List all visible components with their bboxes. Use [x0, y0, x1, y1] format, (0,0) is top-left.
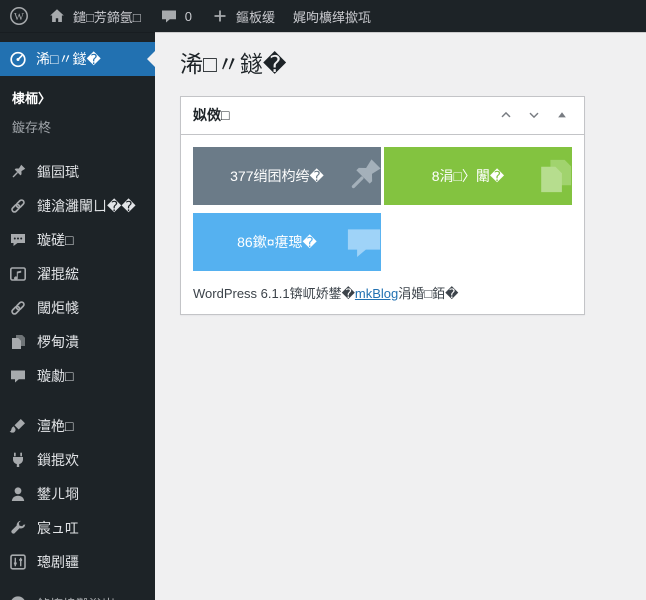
comment-bubble-icon	[159, 6, 179, 26]
admin-bar-comments[interactable]: 0	[150, 0, 201, 32]
sidebar-item-label: 濯掍綋	[37, 266, 79, 282]
sidebar-item-label: 椤甸潰	[37, 334, 79, 350]
widget-body: 377绡囨枃绔� 8涓□〉闈� 86鏉¤瘎璁� WordPress 6.1.1锛屼娇…	[181, 135, 584, 314]
widget-header: 姒傚□	[181, 97, 584, 135]
new-content-button[interactable]: 鏂板缓	[201, 0, 284, 32]
sidebar-item-label: 宸ュ叿	[37, 520, 79, 536]
glance-stat-1[interactable]: 377绡囨枃绔�	[193, 146, 381, 205]
widget-title: 姒傚□	[193, 107, 230, 124]
sidebar-item-10[interactable]: 鐢ㄦ埛	[0, 477, 155, 511]
sidebar-item-label: 鏂囩珷	[37, 164, 79, 180]
sidebar-item-8[interactable]: 澶栬□	[0, 409, 155, 443]
new-content-label: 鏂板缓	[235, 9, 275, 25]
sidebar-item-2[interactable]: 鏈滄灉閳ㄩ��	[0, 189, 155, 223]
dashboard-submenu: 棣栭〉 鏇存柊	[0, 76, 155, 155]
pages-icon	[532, 153, 578, 199]
clear-cache-button[interactable]: 娓呴櫎缂撳瓨	[284, 0, 380, 32]
move-widget-up-button[interactable]	[494, 103, 518, 127]
pin-icon	[8, 162, 28, 182]
plus-icon	[210, 6, 230, 26]
sidebar-item-label: 璇勮□	[37, 368, 74, 384]
wrench-icon	[8, 518, 28, 538]
sidebar-item-label: 鐢ㄦ埛	[37, 486, 79, 502]
bubble-icon	[341, 219, 387, 265]
stat-text: 86鏉¤瘎璁�	[237, 233, 317, 250]
sidebar-item-5[interactable]: 閾炬帴	[0, 291, 155, 325]
chain-icon	[8, 298, 28, 318]
admin-bar: W 鑓□芳鍗氬□ 0 鏂板缓 娓呴櫎缂撳瓨	[0, 0, 646, 32]
stat-text: 8涓□〉闈�	[431, 167, 505, 184]
glance-stat-2[interactable]: 8涓□〉闈�	[384, 146, 572, 205]
wordpress-logo-menu[interactable]: W	[0, 0, 38, 32]
sidebar-item-label: 璁剧疆	[37, 554, 79, 570]
sidebar-item-11[interactable]: 宸ュ叿	[0, 511, 155, 545]
comment-count: 0	[184, 8, 192, 24]
sidebar-item-1[interactable]: 鏂囩珷	[0, 155, 155, 189]
submenu-item-updates[interactable]: 鏇存柊	[0, 112, 155, 141]
sidebar-item-3[interactable]: 璇磋□	[0, 223, 155, 257]
home-icon	[47, 6, 67, 26]
collapse-arrow-icon	[8, 594, 28, 600]
theme-link[interactable]: mkBlog	[355, 286, 398, 301]
glance-stats: 377绡囨枃绔� 8涓□〉闈� 86鏉¤瘎璁�	[193, 146, 572, 271]
pin-icon	[341, 153, 387, 199]
sidebar-menu: 鏂囩珷鏈滄灉閳ㄩ�� 璇磋□ 濯掍綋閾炬帴椤甸潰璇勮□ 澶栬□ 鎻掍欢鐢ㄦ埛宸ュ叿璁剧疆	[0, 155, 155, 579]
user-icon	[8, 484, 28, 504]
chat-dots-icon	[8, 230, 28, 250]
collapse-menu-button[interactable]: 鏀惰捣鑿滃崟	[0, 587, 155, 600]
glance-stat-3[interactable]: 86鏉¤瘎璁�	[193, 212, 381, 271]
sidebar-item-6[interactable]: 椤甸潰	[0, 325, 155, 359]
sidebar-item-label: 璇磋□	[37, 232, 74, 248]
sidebar-item-label: 閾炬帴	[37, 300, 79, 316]
toggle-widget-button[interactable]	[550, 103, 574, 127]
widget-controls	[494, 103, 584, 127]
brush-icon	[8, 416, 28, 436]
submenu-item-home[interactable]: 棣栭〉	[0, 83, 155, 112]
admin-sidebar: 浠□〃鐩� 棣栭〉 鏇存柊 鏂囩珷鏈滄灉閳ㄩ�� 璇磋□ 濯掍綋閾炬帴椤甸潰璇勮□ 澶…	[0, 32, 155, 600]
version-text: WordPress 6.1.1锛屼娇鐢�	[193, 285, 355, 301]
triangle-up-icon	[554, 107, 570, 123]
wordpress-logo-icon: W	[9, 6, 29, 26]
at-a-glance-widget: 姒傚□ 377绡囨枃绔� 8涓□〉闈� 86鏉¤瘎璁� WordPress 6.1.…	[180, 95, 585, 315]
svg-text:W: W	[14, 12, 24, 23]
site-name-label: 鑓□芳鍗氬□	[73, 9, 141, 25]
sidebar-item-label: 澶栬□	[37, 418, 74, 434]
move-widget-down-button[interactable]	[522, 103, 546, 127]
media-icon	[8, 264, 28, 284]
page-title: 浠□〃鐩�	[180, 51, 287, 77]
version-line: WordPress 6.1.1锛屼娇鐢�mkBlog涓婚□銆�	[193, 283, 572, 302]
gauge-icon	[8, 49, 28, 69]
sidebar-item-12[interactable]: 璁剧疆	[0, 545, 155, 579]
chevron-up-icon	[498, 107, 514, 123]
chevron-down-icon	[526, 107, 542, 123]
sidebar-item-7[interactable]: 璇勮□	[0, 359, 155, 393]
stat-text: 377绡囨枃绔�	[230, 167, 324, 184]
pages-icon	[8, 332, 28, 352]
bubble-icon	[8, 366, 28, 386]
main-content: 浠□〃鐩� 姒傚□ 377绡囨枃绔� 8涓□〉闈� 86鏉¤瘎璁� WordPres…	[155, 32, 646, 600]
clear-cache-label: 娓呴櫎缂撳瓨	[292, 9, 371, 25]
sidebar-item-label: 鎻掍欢	[37, 452, 79, 468]
sidebar-item-4[interactable]: 濯掍綋	[0, 257, 155, 291]
sidebar-item-9[interactable]: 鎻掍欢	[0, 443, 155, 477]
sidebar-item-label: 浠□〃鐩�	[36, 51, 101, 67]
site-name-link[interactable]: 鑓□芳鍗氬□	[38, 0, 150, 32]
sidebar-item-dashboard[interactable]: 浠□〃鐩�	[0, 42, 155, 76]
plug-icon	[8, 450, 28, 470]
sidebar-item-label: 鏈滄灉閳ㄩ��	[37, 198, 136, 214]
chain-icon	[8, 196, 28, 216]
sliders-icon	[8, 552, 28, 572]
version-text-suffix: 涓婚□銆�	[398, 285, 459, 301]
